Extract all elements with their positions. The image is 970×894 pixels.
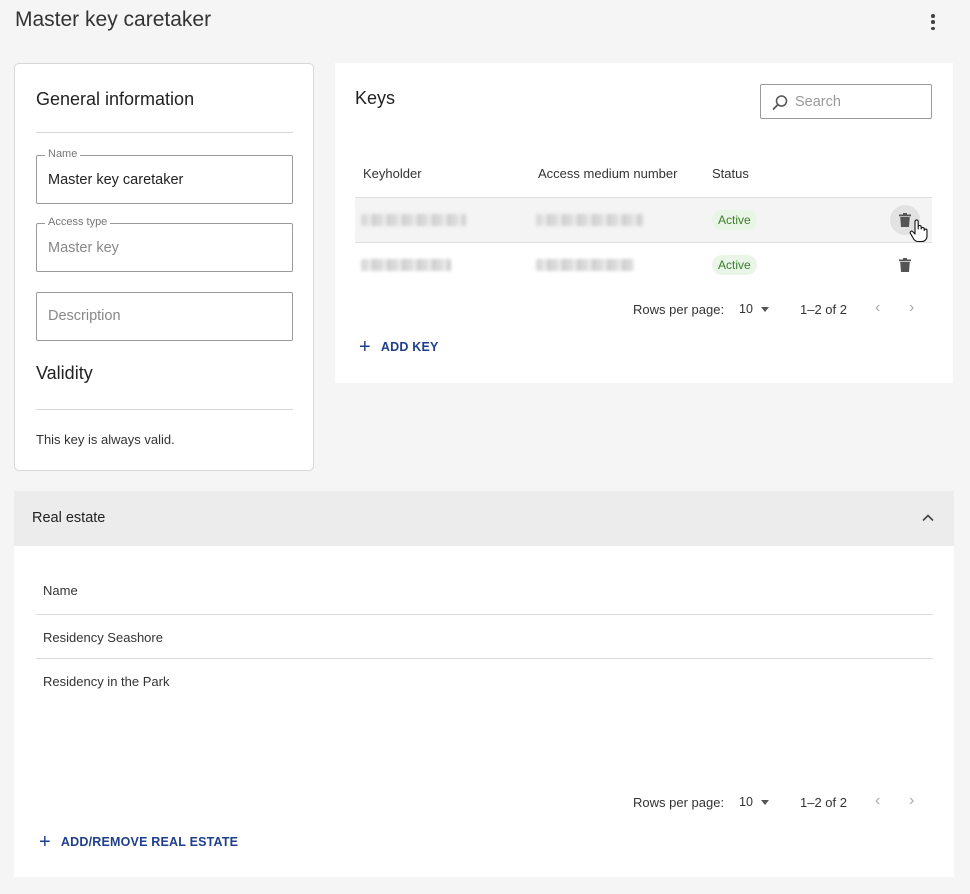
prev-page-icon[interactable]: ‹	[875, 792, 880, 810]
rows-per-page-value: 10	[739, 302, 753, 316]
search-box[interactable]	[760, 84, 932, 119]
table-row[interactable]: Residency in the Park	[36, 658, 933, 702]
real-estate-table: Name Residency Seashore Residency in the…	[14, 546, 954, 877]
validity-text: This key is always valid.	[36, 432, 175, 447]
pagination-range: 1–2 of 2	[800, 302, 847, 317]
table-row[interactable]: Active	[355, 242, 932, 287]
more-vert-icon[interactable]	[924, 12, 942, 32]
page-title: Master key caretaker	[15, 8, 212, 31]
validity-title: Validity	[36, 363, 93, 383]
rows-per-page-value: 10	[739, 795, 753, 809]
general-information-title: General information	[36, 89, 195, 109]
column-access-medium-number[interactable]: Access medium number	[538, 166, 677, 181]
general-information-card: General information Name Master key care…	[14, 63, 314, 471]
plus-icon: +	[359, 336, 371, 358]
access-type-label: Access type	[45, 216, 111, 228]
access-type-value: Master key	[48, 240, 119, 256]
add-key-button[interactable]: + ADD KEY	[359, 337, 439, 357]
name-field-value[interactable]: Master key caretaker	[48, 172, 183, 188]
rows-per-page-select[interactable]: 10	[739, 795, 769, 809]
column-name[interactable]: Name	[43, 583, 78, 598]
access-type-field: Access type Master key	[36, 216, 293, 272]
chevron-up-icon[interactable]	[921, 511, 935, 525]
real-estate-header[interactable]: Real estate	[14, 491, 954, 546]
real-estate-name: Residency in the Park	[43, 674, 170, 689]
divider	[36, 132, 293, 133]
status-badge: Active	[712, 255, 757, 275]
pagination-range: 1–2 of 2	[800, 795, 847, 810]
hand-cursor-icon	[909, 219, 928, 243]
plus-icon: +	[39, 831, 51, 853]
rows-per-page-label: Rows per page:	[633, 302, 725, 317]
table-row[interactable]: Residency Seashore	[36, 614, 933, 658]
real-estate-title: Real estate	[32, 510, 106, 526]
delete-button[interactable]	[890, 250, 920, 280]
real-estate-name: Residency Seashore	[43, 630, 163, 645]
keyholder-redacted	[361, 259, 451, 271]
name-field[interactable]: Name Master key caretaker	[36, 148, 293, 204]
rows-per-page-label: Rows per page:	[633, 795, 725, 810]
rows-per-page-select[interactable]: 10	[739, 302, 769, 316]
chevron-down-icon	[760, 307, 769, 313]
keys-card: Keys Keyholder Access medium number Stat…	[335, 63, 953, 383]
chevron-down-icon	[760, 800, 769, 806]
next-page-icon[interactable]: ›	[909, 299, 914, 317]
name-field-label: Name	[45, 148, 81, 160]
add-key-label: ADD KEY	[380, 340, 439, 354]
column-status[interactable]: Status	[712, 166, 749, 181]
add-remove-real-estate-button[interactable]: + ADD/REMOVE REAL ESTATE	[39, 832, 238, 852]
search-input[interactable]	[795, 91, 925, 113]
add-remove-real-estate-label: ADD/REMOVE REAL ESTATE	[60, 835, 239, 849]
search-icon	[772, 95, 788, 110]
next-page-icon[interactable]: ›	[909, 792, 914, 810]
column-keyholder[interactable]: Keyholder	[363, 166, 422, 181]
access-medium-redacted	[536, 259, 634, 271]
description-field[interactable]: Description	[36, 292, 293, 341]
access-medium-redacted	[536, 214, 643, 226]
keys-title: Keys	[355, 88, 396, 108]
status-badge: Active	[712, 210, 757, 230]
trash-icon	[899, 258, 911, 272]
divider	[36, 409, 293, 410]
table-row[interactable]: Active	[355, 197, 932, 242]
keyholder-redacted	[361, 214, 466, 226]
description-placeholder: Description	[48, 308, 121, 324]
prev-page-icon[interactable]: ‹	[875, 299, 880, 317]
